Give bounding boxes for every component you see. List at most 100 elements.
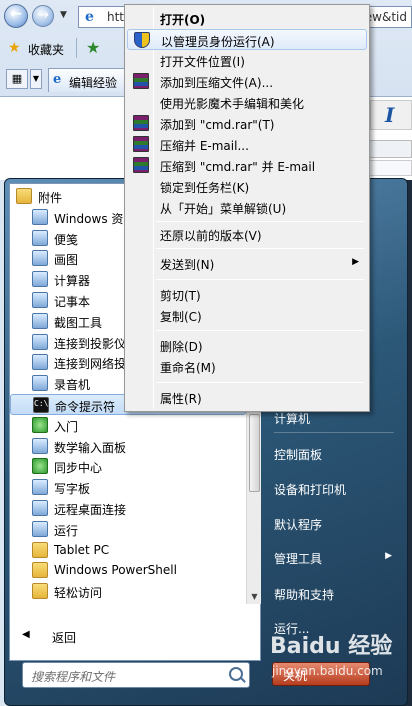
places-item[interactable]: 管理工具 ▶: [264, 544, 404, 570]
context-menu-label: 删除(D): [160, 340, 203, 354]
program-label: 便笺: [54, 232, 79, 247]
context-menu-item[interactable]: 添加到压缩文件(A)...: [127, 71, 367, 92]
back-button[interactable]: ◀ 返回: [10, 624, 260, 648]
context-menu-item[interactable]: 添加到 "cmd.rar"(T): [127, 113, 367, 134]
remote-desktop-icon: [32, 500, 48, 516]
program-label: 计算器: [54, 274, 91, 289]
italic-icon: I: [385, 103, 395, 127]
context-menu-label: 压缩并 E-mail...: [160, 139, 249, 153]
context-menu-item[interactable]: 锁定到任务栏(K): [127, 176, 367, 197]
winrar-icon: [133, 73, 149, 89]
context-menu-item[interactable]: 剪切(T): [127, 284, 367, 305]
add-favorite-icon[interactable]: ★: [86, 38, 104, 57]
context-menu-label: 添加到 "cmd.rar"(T): [160, 118, 275, 132]
context-menu-label: 使用光影魔术手编辑和美化: [160, 97, 305, 111]
menu-separator: [156, 248, 364, 249]
history-dropdown-icon[interactable]: ▼: [60, 10, 67, 20]
search-icon: [229, 667, 243, 681]
places-item-label: 默认程序: [274, 518, 323, 532]
context-menu-item[interactable]: 重命名(M): [127, 356, 367, 377]
back-button[interactable]: ←: [4, 4, 28, 28]
search-placeholder: 搜索程序和文件: [31, 670, 116, 684]
scissors-icon: [32, 312, 48, 329]
uac-shield-icon: [134, 32, 150, 48]
context-menu-label: 压缩到 "cmd.rar" 并 E-mail: [160, 160, 316, 174]
program-item[interactable]: 同步中心: [10, 456, 246, 477]
menu-separator: [156, 382, 364, 383]
program-label: 入门: [54, 419, 79, 434]
context-menu-item[interactable]: 发送到(N) ▶: [127, 253, 367, 274]
tab-list-dropdown[interactable]: ▼: [30, 69, 42, 89]
network-projector-icon: [32, 354, 48, 371]
calculator-icon: [32, 271, 48, 288]
wordpad-icon: [32, 479, 48, 496]
context-menu-label: 发送到(N): [160, 258, 215, 272]
context-menu-item[interactable]: 以管理员身份运行(A): [127, 29, 367, 50]
forward-button[interactable]: →: [32, 5, 54, 27]
program-label: 数学输入面板: [54, 440, 127, 455]
program-label: 附件: [38, 191, 63, 205]
program-item[interactable]: 轻松访问: [10, 581, 246, 602]
places-item-label: 控制面板: [274, 448, 323, 462]
winrar-icon: [133, 157, 149, 173]
sticky-note-icon: [32, 229, 48, 246]
watermark-logo: Baidu 经验: [270, 634, 393, 659]
sync-icon: [32, 458, 48, 475]
program-item[interactable]: Windows PowerShell: [10, 560, 246, 581]
places-item[interactable]: 控制面板: [264, 440, 404, 466]
folder-icon: [32, 562, 48, 579]
submenu-arrow-icon: ▶: [385, 551, 392, 561]
program-label: 命令提示符: [55, 400, 116, 414]
context-menu-item[interactable]: 属性(R): [127, 387, 367, 408]
favorites-button[interactable]: 收藏夹: [28, 41, 64, 58]
forward-arrow-icon: →: [37, 7, 49, 23]
context-menu-item[interactable]: 删除(D): [127, 335, 367, 356]
search-input[interactable]: 搜索程序和文件: [22, 662, 250, 688]
scroll-thumb[interactable]: [249, 414, 260, 492]
context-menu-item[interactable]: 使用光影魔术手编辑和美化: [127, 92, 367, 113]
context-menu-label: 从「开始」菜单解锁(U): [160, 202, 287, 216]
context-menu: 打开(O) 以管理员身份运行(A) 打开文件位置(I) 添加到压缩文件(A)... 使用…: [124, 4, 370, 412]
places-item[interactable]: 设备和打印机: [264, 475, 404, 501]
folder-icon: [16, 188, 32, 204]
ie-tab-icon: e: [53, 72, 62, 87]
divider: [274, 432, 394, 433]
context-menu-item[interactable]: 打开文件位置(I): [127, 50, 367, 71]
explorer-icon: [32, 208, 48, 225]
program-label: 轻松访问: [54, 586, 103, 601]
context-menu-item[interactable]: 压缩到 "cmd.rar" 并 E-mail: [127, 155, 367, 176]
program-item[interactable]: 数学输入面板: [10, 436, 246, 457]
context-menu-item[interactable]: 还原以前的版本(V): [127, 224, 367, 245]
program-label: 连接到网络投: [54, 357, 127, 372]
menu-separator: [156, 279, 364, 280]
context-menu-item[interactable]: 从「开始」菜单解锁(U): [127, 197, 367, 218]
program-item[interactable]: 远程桌面连接: [10, 498, 246, 519]
context-menu-label: 还原以前的版本(V): [160, 229, 262, 243]
context-menu-label: 重命名(M): [160, 361, 216, 375]
places-item-label: 设备和打印机: [274, 483, 347, 497]
context-menu-label: 打开文件位置(I): [160, 55, 245, 69]
winrar-icon: [133, 115, 149, 131]
math-panel-icon: [32, 437, 48, 454]
quick-tabs-button[interactable]: ▦: [6, 69, 28, 89]
context-menu-label: 锁定到任务栏(K): [160, 181, 250, 195]
program-label: 录音机: [54, 378, 91, 393]
program-label: 画图: [54, 253, 79, 268]
notepad-icon: [32, 292, 48, 308]
places-item-label: 计算机: [274, 412, 311, 426]
program-item[interactable]: 写字板: [10, 477, 246, 498]
program-item[interactable]: 运行: [10, 519, 246, 540]
program-item[interactable]: 入门: [10, 415, 246, 436]
places-item[interactable]: 默认程序: [264, 510, 404, 536]
program-item[interactable]: Tablet PC: [10, 540, 246, 561]
program-label: 截图工具: [54, 315, 103, 330]
url-text-end: ew&tid: [364, 10, 407, 24]
divider: [76, 38, 77, 58]
watermark-url: jingyan.baidu.com: [272, 664, 383, 678]
program-label: 连接到投影仪: [54, 336, 127, 351]
places-item[interactable]: 帮助和支持: [264, 580, 404, 606]
context-menu-item[interactable]: 复制(C): [127, 305, 367, 326]
context-menu-item[interactable]: 压缩并 E-mail...: [127, 134, 367, 155]
context-menu-item[interactable]: 打开(O): [127, 8, 367, 29]
scroll-down-icon[interactable]: ▼: [247, 590, 262, 604]
